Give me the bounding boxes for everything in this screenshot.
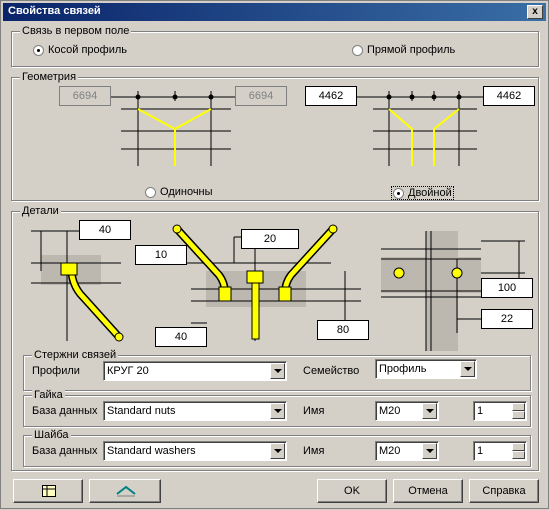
- chevron-down-icon[interactable]: [270, 403, 285, 419]
- nut-name-combo[interactable]: M20: [375, 401, 439, 421]
- washer-name-combo[interactable]: M20: [375, 441, 439, 461]
- nut-db-combo[interactable]: Standard nuts: [103, 401, 287, 421]
- spin-up-icon[interactable]: [512, 443, 525, 451]
- washer-db-combo[interactable]: Standard washers: [103, 441, 287, 461]
- table-icon: [42, 485, 56, 497]
- detail-value-20[interactable]: 20: [241, 229, 299, 249]
- detail-value-40-top[interactable]: 40: [79, 220, 131, 240]
- washer-db-value: Standard washers: [107, 445, 196, 457]
- cancel-button[interactable]: Отмена: [393, 479, 463, 503]
- washer-db-label: База данных: [32, 445, 98, 457]
- family-combo[interactable]: Профиль: [375, 359, 477, 379]
- profile-icon-button[interactable]: [89, 479, 161, 503]
- washer-qty-value: 1: [477, 445, 484, 457]
- detail-value-100[interactable]: 100: [481, 278, 533, 298]
- chevron-down-icon[interactable]: [270, 443, 285, 459]
- dialog-window: Свойства связей x Связь в первом поле Ко…: [0, 0, 549, 509]
- washer-legend: Шайба: [32, 429, 71, 441]
- ok-button[interactable]: OK: [317, 479, 387, 503]
- help-button[interactable]: Справка: [469, 479, 539, 503]
- rods-legend: Стержни связей: [32, 349, 119, 361]
- spin-down-icon[interactable]: [512, 411, 525, 419]
- nut-qty-value: 1: [477, 405, 484, 417]
- chevron-down-icon[interactable]: [270, 363, 285, 379]
- detail-value-40-bottom[interactable]: 40: [155, 327, 207, 347]
- detail-value-10[interactable]: 10: [135, 245, 187, 265]
- profiles-value: КРУГ 20: [107, 365, 149, 377]
- nut-qty-spinner[interactable]: 1: [473, 401, 527, 421]
- profile-icon: [116, 485, 136, 497]
- chevron-down-icon[interactable]: [460, 361, 475, 377]
- table-icon-button[interactable]: [13, 479, 83, 503]
- profiles-combo[interactable]: КРУГ 20: [103, 361, 287, 381]
- nut-name-label: Имя: [303, 405, 325, 417]
- nut-db-value: Standard nuts: [107, 405, 176, 417]
- family-label: Семейство: [303, 365, 360, 377]
- washer-name-value: M20: [379, 445, 401, 457]
- spin-up-icon[interactable]: [512, 403, 525, 411]
- details-diagram: [31, 224, 525, 351]
- spin-down-icon[interactable]: [512, 451, 525, 459]
- washer-qty-spinner[interactable]: 1: [473, 441, 527, 461]
- nut-name-value: M20: [379, 405, 401, 417]
- chevron-down-icon[interactable]: [422, 443, 437, 459]
- family-value: Профиль: [379, 363, 427, 375]
- profiles-label: Профили: [32, 365, 80, 377]
- detail-value-22[interactable]: 22: [481, 309, 533, 329]
- nut-db-label: База данных: [32, 405, 98, 417]
- nut-legend: Гайка: [32, 389, 65, 401]
- chevron-down-icon[interactable]: [422, 403, 437, 419]
- washer-name-label: Имя: [303, 445, 325, 457]
- detail-value-80[interactable]: 80: [317, 320, 369, 340]
